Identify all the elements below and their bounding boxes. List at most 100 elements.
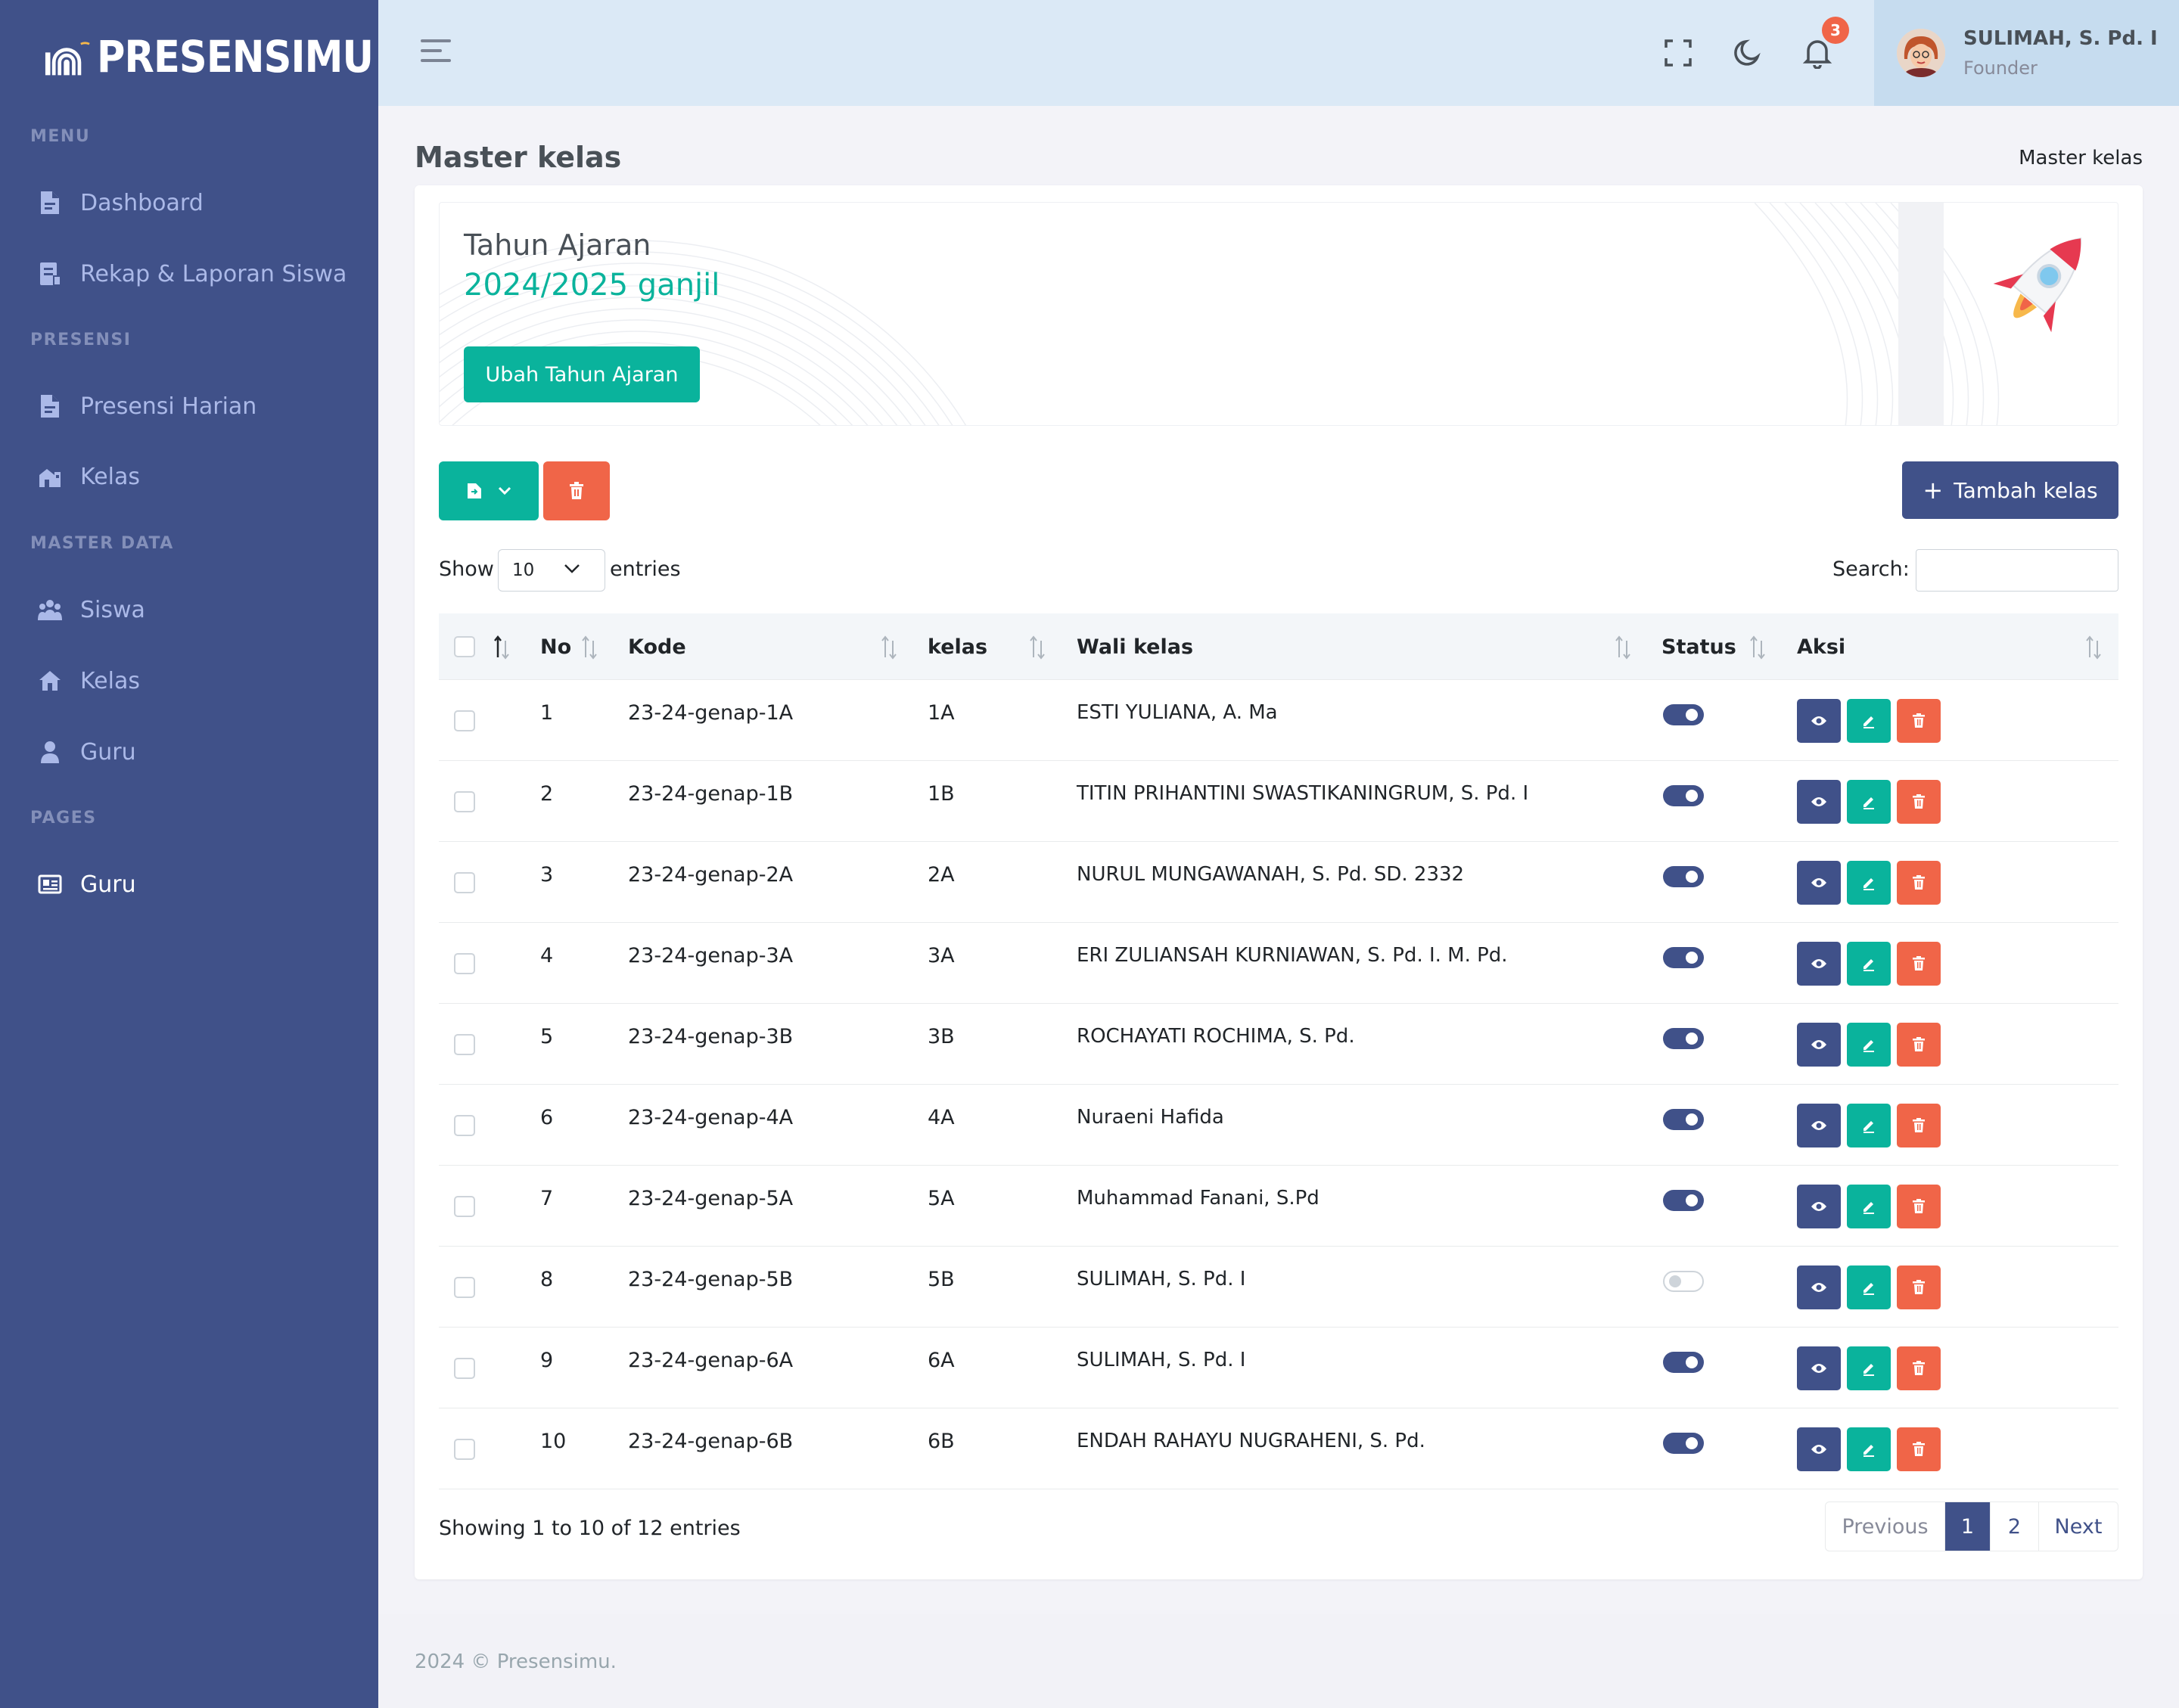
cell-kelas: 6B [928,1430,955,1453]
sidebar-item-label: Kelas [80,667,140,694]
sort-icon[interactable] [881,635,897,660]
row-checkbox[interactable] [454,953,475,974]
sort-asc-icon[interactable] [493,635,510,660]
view-button[interactable] [1797,1265,1841,1309]
row-checkbox[interactable] [454,791,475,812]
export-dropdown-button[interactable] [439,461,539,520]
pagination-previous[interactable]: Previous [1826,1502,1945,1551]
row-checkbox[interactable] [454,1034,475,1055]
bulk-delete-button[interactable] [543,461,610,520]
column-header-no[interactable]: No [540,613,571,680]
eye-icon [1811,715,1827,727]
delete-button[interactable] [1897,1427,1941,1471]
sidebar-item-siswa[interactable]: Siswa [36,587,145,632]
row-checkbox[interactable] [454,1277,475,1298]
sidebar-item-guru[interactable]: Guru [36,729,136,775]
edit-button[interactable] [1847,780,1891,824]
table-row: 5 23-24-genap-3B 3B ROCHAYATI ROCHIMA, S. P… [439,1004,2118,1085]
status-toggle[interactable] [1663,1028,1704,1049]
sidebar-item-kelas-presensi[interactable]: Kelas [36,454,140,499]
table-row: 2 23-24-genap-1B 1B TITIN PRIHANTINI SWASTI… [439,761,2118,842]
status-toggle[interactable] [1663,785,1704,806]
edit-button[interactable] [1847,1104,1891,1147]
avatar [1897,29,1945,77]
search-input[interactable] [1916,549,2118,592]
edit-button[interactable] [1847,1265,1891,1309]
user-menu[interactable]: SULIMAH, S. Pd. I Founder [1874,0,2179,106]
sidebar-item-presensi-harian[interactable]: Presensi Harian [36,384,256,429]
fullscreen-icon[interactable] [1660,35,1696,71]
row-checkbox[interactable] [454,710,475,731]
section-title-presensi: PRESENSI [30,331,132,349]
delete-button[interactable] [1897,1185,1941,1228]
show-label: Show [439,557,494,581]
edit-button[interactable] [1847,1185,1891,1228]
row-checkbox[interactable] [454,872,475,893]
column-header-kelas[interactable]: kelas [928,613,987,680]
edit-button[interactable] [1847,1023,1891,1067]
breadcrumb[interactable]: Master kelas [2019,147,2143,169]
sort-icon[interactable] [581,635,598,660]
view-button[interactable] [1797,1185,1841,1228]
row-checkbox[interactable] [454,1439,475,1460]
pagination-page-1[interactable]: 1 [1945,1502,1991,1551]
edit-button[interactable] [1847,942,1891,986]
status-toggle[interactable] [1663,704,1704,725]
column-header-wali-kelas[interactable]: Wali kelas [1077,613,1193,680]
add-class-button[interactable]: + Tambah kelas [1902,461,2118,519]
edit-button[interactable] [1847,699,1891,743]
sort-icon[interactable] [2085,635,2102,660]
column-header-kode[interactable]: Kode [628,613,686,680]
pagination-page-2[interactable]: 2 [1991,1502,2039,1551]
status-toggle[interactable] [1663,866,1704,887]
edit-button[interactable] [1847,1427,1891,1471]
sidebar-item-rekap-laporan[interactable]: Rekap & Laporan Siswa [36,251,347,297]
view-button[interactable] [1797,861,1841,905]
row-checkbox[interactable] [454,1196,475,1217]
edit-button[interactable] [1847,861,1891,905]
cell-kode: 23-24-genap-5B [628,1268,794,1291]
view-button[interactable] [1797,780,1841,824]
delete-button[interactable] [1897,1265,1941,1309]
view-button[interactable] [1797,699,1841,743]
delete-button[interactable] [1897,780,1941,824]
view-button[interactable] [1797,1023,1841,1067]
delete-button[interactable] [1897,1104,1941,1147]
status-toggle[interactable] [1663,1190,1704,1211]
row-checkbox[interactable] [454,1358,475,1379]
eye-icon [1811,958,1827,970]
row-checkbox[interactable] [454,1115,475,1136]
pagination-next[interactable]: Next [2039,1502,2118,1551]
select-all-checkbox[interactable] [454,636,475,657]
sort-icon[interactable] [1615,635,1631,660]
delete-button[interactable] [1897,699,1941,743]
delete-button[interactable] [1897,942,1941,986]
change-academic-year-button[interactable]: Ubah Tahun Ajaran [464,346,700,402]
status-toggle[interactable] [1663,1433,1704,1454]
view-button[interactable] [1797,1427,1841,1471]
sidebar-item-guru-page[interactable]: Guru [36,862,136,907]
sidebar-item-dashboard[interactable]: Dashboard [36,180,204,225]
sort-icon[interactable] [1749,635,1766,660]
status-toggle[interactable] [1663,947,1704,968]
cell-wali-kelas: Nuraeni Hafida [1077,1106,1224,1129]
view-button[interactable] [1797,1346,1841,1390]
dark-mode-icon[interactable] [1730,35,1766,71]
sidebar-item-kelas[interactable]: Kelas [36,658,140,703]
delete-button[interactable] [1897,1346,1941,1390]
delete-button[interactable] [1897,861,1941,905]
hamburger-menu-icon[interactable] [421,39,451,67]
view-button[interactable] [1797,1104,1841,1147]
logo[interactable]: PRESENSIMU [42,23,411,91]
status-toggle[interactable] [1663,1109,1704,1130]
status-toggle[interactable] [1663,1352,1704,1373]
column-header-aksi[interactable]: Aksi [1797,613,1845,680]
sort-icon[interactable] [1029,635,1046,660]
column-header-status[interactable]: Status [1661,613,1736,680]
delete-button[interactable] [1897,1023,1941,1067]
edit-button[interactable] [1847,1346,1891,1390]
status-toggle[interactable] [1663,1271,1704,1292]
view-button[interactable] [1797,942,1841,986]
page-size-select[interactable]: 10 [498,549,605,592]
cell-kode: 23-24-genap-4A [628,1106,794,1129]
